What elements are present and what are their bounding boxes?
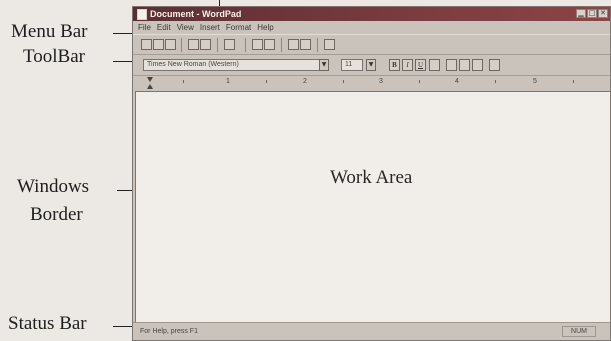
ruler-tick <box>266 80 267 83</box>
new-icon[interactable] <box>141 39 152 50</box>
maximize-button[interactable]: □ <box>587 9 597 18</box>
ruler-tick <box>343 80 344 83</box>
chevron-down-icon[interactable]: ▼ <box>319 59 329 71</box>
italic-button[interactable]: I <box>402 59 413 71</box>
status-bar: For Help, press F1 NUM <box>133 322 610 340</box>
menu-insert[interactable]: Insert <box>200 21 220 34</box>
ruler-tick <box>419 80 420 83</box>
chevron-down-icon[interactable]: ▼ <box>366 59 376 71</box>
print-preview-icon[interactable] <box>200 39 211 50</box>
first-line-indent-marker[interactable] <box>147 77 153 82</box>
callout-line-toolbar <box>113 61 134 62</box>
cut-icon[interactable] <box>252 39 263 50</box>
ruler-number: 3 <box>379 78 383 85</box>
ruler-tick <box>183 80 184 83</box>
print-icon[interactable] <box>188 39 199 50</box>
callout-line-status-bar <box>113 326 134 327</box>
minimize-button[interactable]: ▁ <box>576 9 586 18</box>
align-right-icon[interactable] <box>472 59 483 71</box>
close-button[interactable]: ✕ <box>598 9 608 18</box>
ruler-tick <box>573 80 574 83</box>
toolbar-separator <box>245 38 246 52</box>
menu-format[interactable]: Format <box>226 21 251 34</box>
menu-view[interactable]: View <box>177 21 194 34</box>
menu-bar: File Edit View Insert Format Help <box>133 21 610 34</box>
work-area-label: Work Area <box>330 167 413 188</box>
menu-help[interactable]: Help <box>257 21 273 34</box>
callout-menu-bar: Menu Bar <box>11 21 88 42</box>
toolbar <box>133 34 610 55</box>
window-title: Document - WordPad <box>150 9 242 19</box>
callout-status-bar: Status Bar <box>8 313 87 334</box>
open-icon[interactable] <box>153 39 164 50</box>
left-indent-marker[interactable] <box>147 84 153 89</box>
menu-edit[interactable]: Edit <box>157 21 171 34</box>
callout-windows-border-line2: Border <box>30 204 83 225</box>
ruler-number: 5 <box>533 78 537 85</box>
align-left-icon[interactable] <box>446 59 457 71</box>
copy-icon[interactable] <box>264 39 275 50</box>
toolbar-separator <box>317 38 318 52</box>
bullets-icon[interactable] <box>489 59 500 71</box>
font-name: Times New Roman (Western) <box>147 61 239 68</box>
menu-file[interactable]: File <box>138 21 151 34</box>
document-work-area[interactable]: Work Area <box>135 91 610 323</box>
status-help-text: For Help, press F1 <box>140 328 198 335</box>
ruler-number: 1 <box>226 78 230 85</box>
toolbar-separator <box>181 38 182 52</box>
callout-line-menu-bar <box>113 33 134 34</box>
wordpad-window: Document - WordPad ▁ □ ✕ File Edit View … <box>132 6 611 341</box>
document-icon[interactable] <box>137 9 147 20</box>
toolbar-separator <box>217 38 218 52</box>
color-icon[interactable] <box>429 59 440 71</box>
format-bar: Times New Roman (Western) ▼ 11 ▼ B I U <box>133 55 610 75</box>
undo-icon[interactable] <box>300 39 311 50</box>
callout-toolbar: ToolBar <box>23 46 85 67</box>
ruler-number: 2 <box>303 78 307 85</box>
date-time-icon[interactable] <box>324 39 335 50</box>
paste-icon[interactable] <box>288 39 299 50</box>
window-controls: ▁ □ ✕ <box>576 9 608 18</box>
underline-button[interactable]: U <box>415 59 426 71</box>
toolbar-separator <box>281 38 282 52</box>
title-bar[interactable]: Document - WordPad ▁ □ ✕ <box>133 7 610 21</box>
save-icon[interactable] <box>165 39 176 50</box>
ruler-tick <box>495 80 496 83</box>
ruler: 1 2 3 4 5 <box>133 75 610 91</box>
num-lock-indicator: NUM <box>562 326 596 337</box>
font-select[interactable]: Times New Roman (Western) <box>143 59 329 71</box>
align-center-icon[interactable] <box>459 59 470 71</box>
font-size-select[interactable]: 11 <box>341 59 363 71</box>
ruler-number: 4 <box>455 78 459 85</box>
find-icon[interactable] <box>224 39 235 50</box>
bold-button[interactable]: B <box>389 59 400 71</box>
callout-windows-border-line1: Windows <box>17 176 90 197</box>
